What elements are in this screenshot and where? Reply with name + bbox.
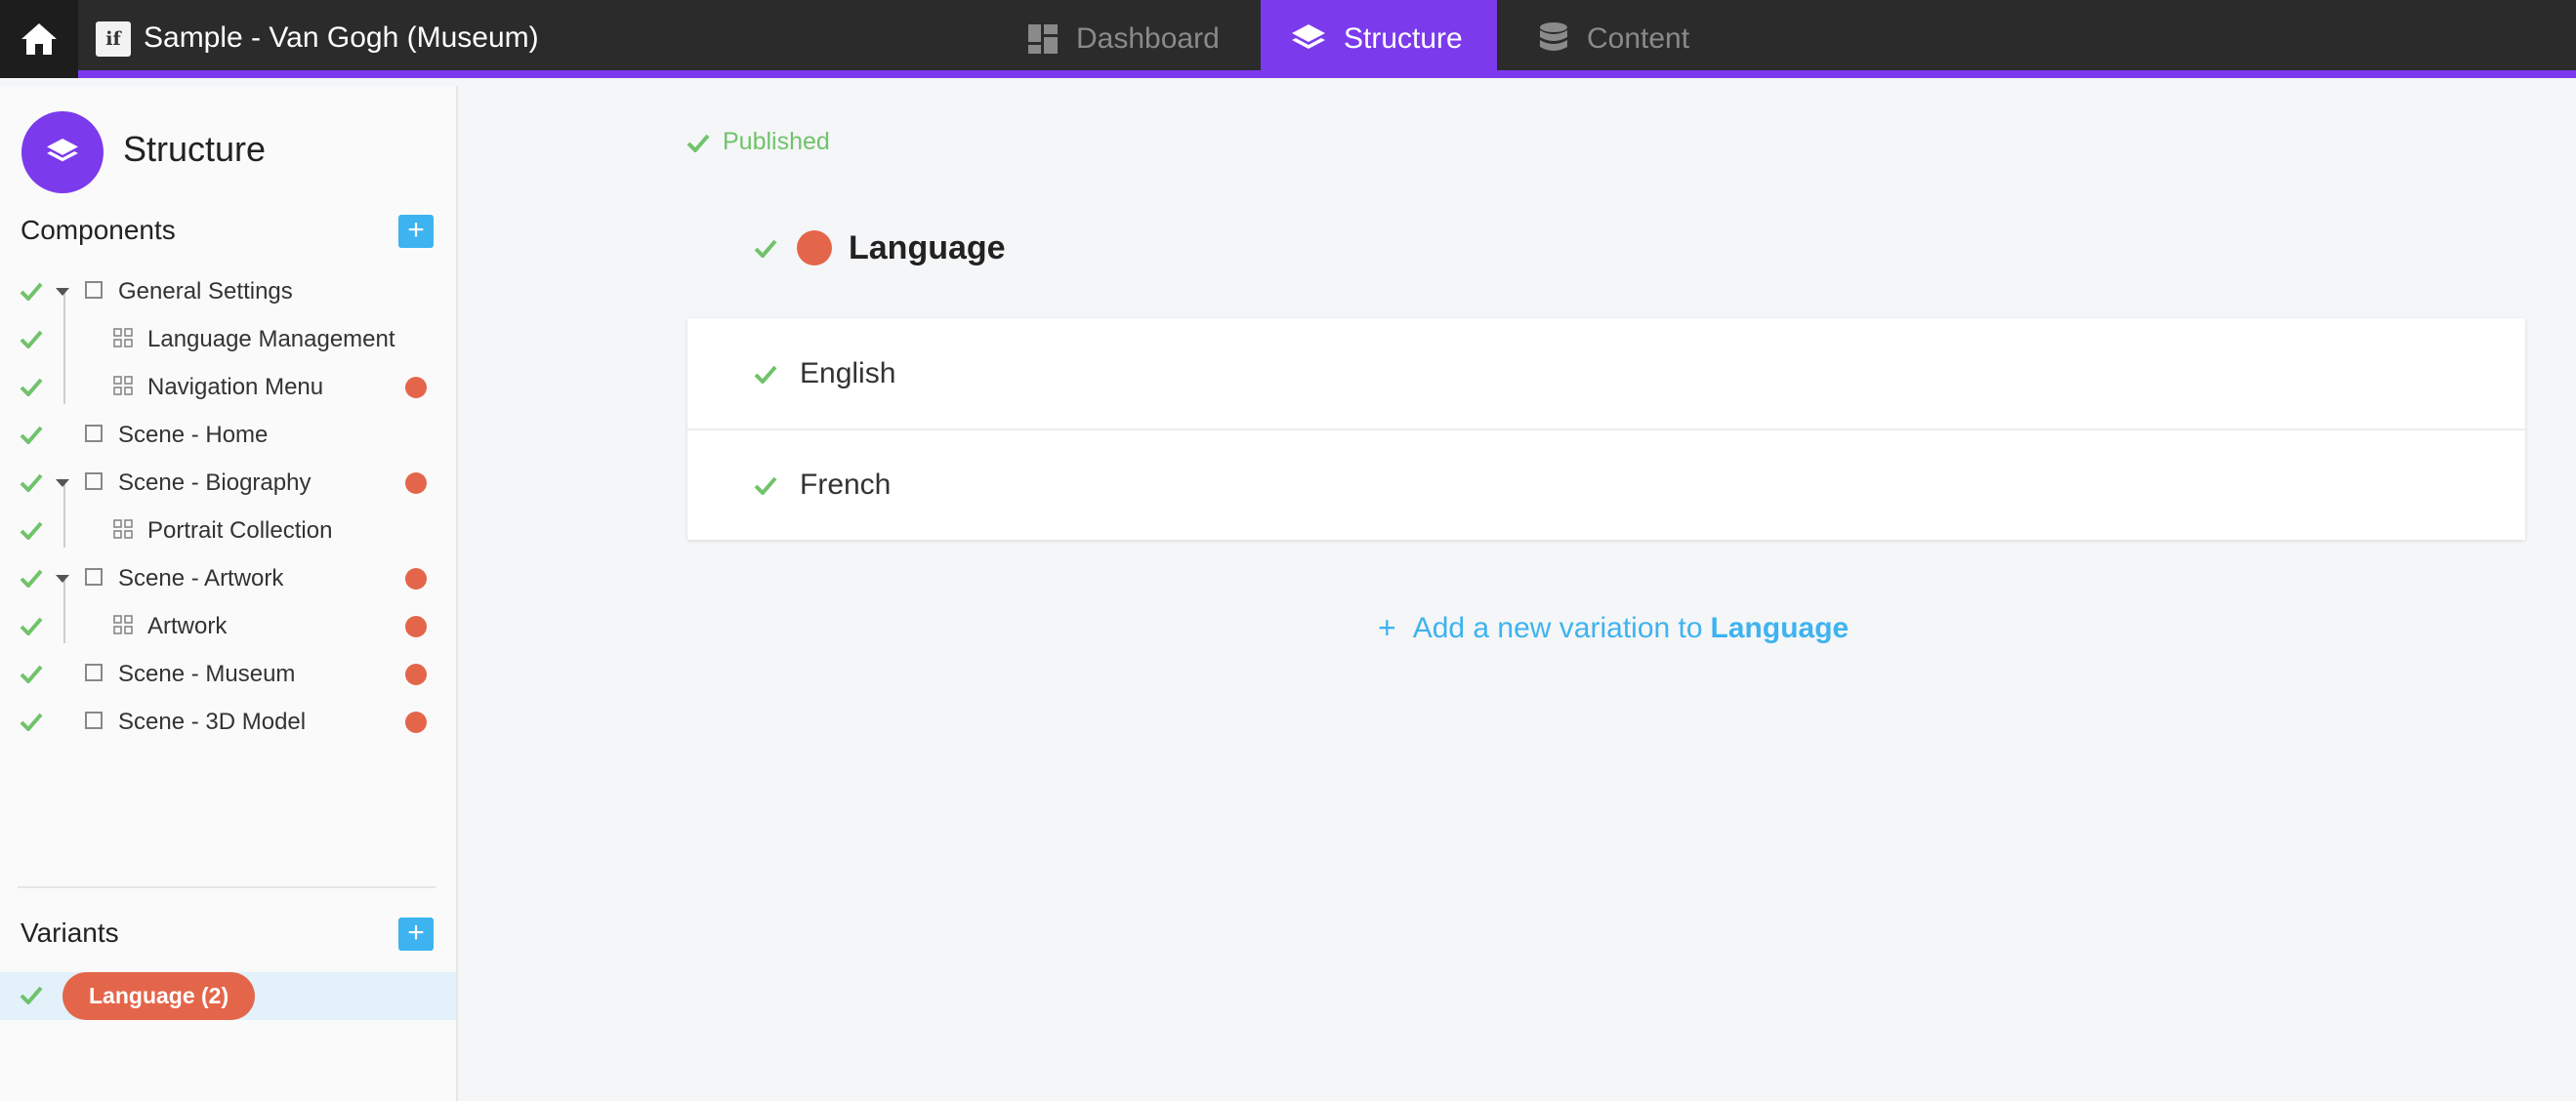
app-logo-text: if	[105, 28, 121, 50]
check-icon	[20, 713, 43, 731]
tree-item-artwork[interactable]: Artwork	[0, 602, 458, 650]
variation-row-french[interactable]: French	[687, 428, 2525, 540]
tab-dashboard-label: Dashboard	[1076, 22, 1220, 55]
tree-item-scene-home[interactable]: Scene - Home	[0, 411, 458, 459]
check-icon	[20, 521, 43, 540]
app-logo: if	[96, 21, 131, 57]
structure-badge	[21, 111, 104, 193]
publish-status-label: Published	[723, 128, 830, 155]
tree-item-portrait-collection[interactable]: Portrait Collection	[0, 507, 458, 554]
scene-icon	[85, 281, 103, 299]
app-title: Sample - Van Gogh (Museum)	[144, 21, 539, 54]
tree-item-scene-artwork[interactable]: Scene - Artwork	[0, 554, 458, 602]
top-bar: if Sample - Van Gogh (Museum) Dashboard …	[0, 0, 2576, 78]
components-heading: Components	[21, 215, 176, 245]
tree-item-scene-museum[interactable]: Scene - Museum	[0, 650, 458, 698]
tree-item-label: Scene - Museum	[118, 661, 296, 687]
tree-item-label: Scene - Biography	[118, 469, 312, 496]
variation-label: English	[800, 357, 896, 389]
variation-label: French	[800, 469, 892, 501]
tree-item-label: Navigation Menu	[147, 374, 324, 400]
component-grid-icon	[113, 328, 133, 347]
check-icon	[20, 282, 43, 301]
tree-item-language-management[interactable]: Language Management	[0, 315, 458, 363]
tree-item-scene-3d-model[interactable]: Scene - 3D Model	[0, 698, 458, 746]
unsaved-dot	[405, 377, 427, 398]
variation-row-english[interactable]: English	[687, 318, 2525, 429]
variant-item-language[interactable]: Language (2)	[0, 972, 456, 1020]
add-variation-target: Language	[1710, 611, 1849, 644]
check-icon	[20, 665, 43, 683]
add-component-button[interactable]: +	[398, 215, 434, 248]
tab-content[interactable]: Content	[1538, 0, 1689, 78]
tab-structure[interactable]: Structure	[1261, 0, 1497, 78]
tree-item-label: Scene - 3D Model	[118, 709, 307, 735]
tree-item-label: Scene - Home	[118, 422, 269, 448]
check-icon	[20, 378, 43, 396]
tree-item-navigation-menu[interactable]: Navigation Menu	[0, 363, 458, 411]
scene-icon	[85, 472, 103, 490]
unsaved-dot	[405, 472, 427, 494]
unsaved-dot	[405, 712, 427, 733]
variant-pill[interactable]: Language (2)	[62, 972, 256, 1020]
dashboard-icon	[1027, 23, 1059, 55]
expand-caret-icon[interactable]	[56, 479, 69, 487]
home-button[interactable]	[0, 0, 78, 78]
check-icon	[20, 473, 43, 492]
component-grid-icon	[113, 615, 133, 634]
unsaved-dot	[405, 664, 427, 685]
publish-status: Published	[686, 128, 830, 156]
plus-icon: +	[1378, 610, 1396, 645]
tree-item-label: Artwork	[147, 613, 228, 639]
variant-title: Language	[849, 228, 1006, 266]
tab-dashboard[interactable]: Dashboard	[1027, 0, 1220, 78]
check-icon	[20, 986, 43, 1004]
check-icon	[754, 364, 777, 384]
unsaved-dot	[405, 616, 427, 637]
check-icon	[20, 617, 43, 635]
check-icon	[20, 426, 43, 444]
tree-item-label: Portrait Collection	[147, 517, 333, 544]
layers-icon	[47, 138, 78, 162]
component-grid-icon	[113, 519, 133, 539]
expand-caret-icon[interactable]	[56, 575, 69, 583]
expand-caret-icon[interactable]	[56, 288, 69, 296]
tree-item-label: Language Management	[147, 326, 395, 352]
check-icon	[754, 239, 777, 258]
unsaved-dot	[797, 230, 832, 265]
sidebar: Structure Components + General Settings …	[0, 86, 458, 1101]
check-icon	[754, 475, 777, 495]
add-variation-text: Add a new variation to	[1412, 611, 1703, 644]
variations-list: English French	[687, 318, 2525, 540]
tree-item-general-settings[interactable]: General Settings	[0, 267, 458, 315]
check-icon	[686, 133, 710, 152]
check-icon	[20, 330, 43, 348]
sidebar-divider	[18, 886, 436, 888]
tree-item-scene-biography[interactable]: Scene - Biography	[0, 459, 458, 507]
tree-item-label: General Settings	[118, 278, 293, 305]
scene-icon	[85, 425, 103, 442]
check-icon	[20, 569, 43, 588]
layers-icon	[1291, 23, 1326, 55]
scene-icon	[85, 712, 103, 729]
database-icon	[1538, 22, 1569, 56]
add-variation-link[interactable]: + Add a new variation to Language	[1378, 610, 1849, 646]
tab-structure-label: Structure	[1344, 22, 1463, 55]
sidebar-title: Structure	[123, 129, 267, 169]
tree-item-label: Scene - Artwork	[118, 565, 284, 591]
variant-header: Language	[754, 226, 1006, 269]
tab-content-label: Content	[1587, 22, 1690, 55]
component-grid-icon	[113, 376, 133, 395]
add-variant-button[interactable]: +	[398, 918, 434, 951]
home-icon	[21, 23, 57, 55]
unsaved-dot	[405, 568, 427, 590]
scene-icon	[85, 568, 103, 586]
variants-heading: Variants	[21, 918, 119, 948]
scene-icon	[85, 664, 103, 681]
